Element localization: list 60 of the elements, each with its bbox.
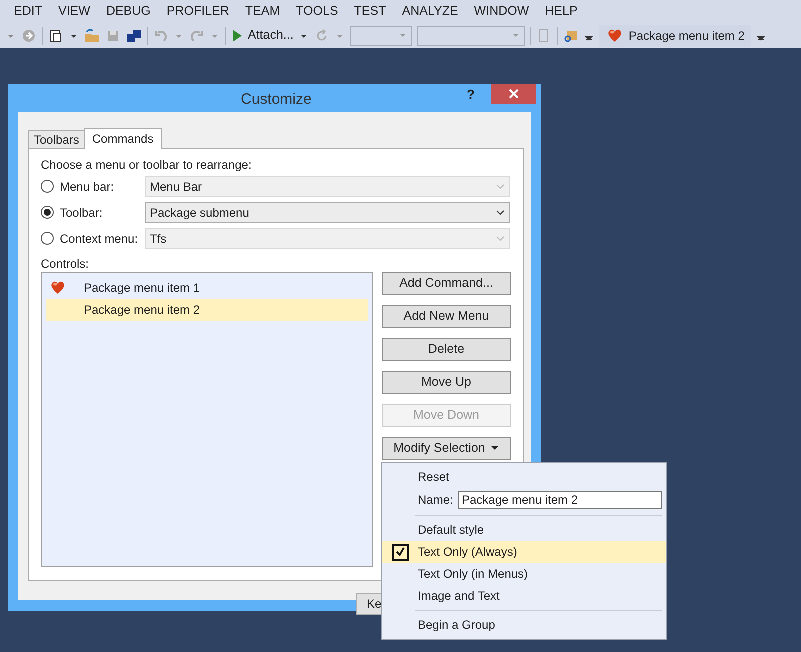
menu-item[interactable]: PROFILER bbox=[158, 2, 238, 21]
menu-item[interactable]: Text Only (Always) bbox=[418, 543, 518, 561]
menu-item[interactable]: TEST bbox=[346, 2, 394, 21]
radio-label: Context menu: bbox=[60, 230, 140, 248]
chevron-down-icon bbox=[496, 184, 505, 190]
chevron-down-icon bbox=[496, 210, 505, 216]
heart-icon bbox=[50, 280, 66, 296]
menu-item[interactable]: Reset bbox=[418, 468, 450, 486]
menu-item[interactable]: Text Only (in Menus) bbox=[418, 565, 528, 583]
name-input-field[interactable]: Package menu item 2 bbox=[458, 491, 662, 509]
save-all-icon[interactable] bbox=[126, 28, 142, 44]
menu-item[interactable]: HELP bbox=[537, 2, 586, 21]
menu-item[interactable]: Image and Text bbox=[418, 587, 500, 605]
controls-label: Controls: bbox=[41, 256, 90, 271]
list-item[interactable]: Package menu item 2 bbox=[46, 299, 368, 321]
caret-icon bbox=[512, 32, 520, 38]
help-button[interactable]: ? bbox=[467, 85, 475, 105]
list-item[interactable]: Package menu item 1 bbox=[46, 277, 368, 299]
command-button[interactable]: Add New Menu bbox=[382, 305, 511, 328]
package-menu-button[interactable]: Package menu item 2 bbox=[598, 24, 751, 46]
menu-item[interactable]: Begin a Group bbox=[418, 616, 496, 634]
open-folder-icon[interactable] bbox=[84, 28, 100, 44]
menu-option-row[interactable]: Text Only (in Menus) bbox=[382, 563, 666, 585]
dropdown-field[interactable] bbox=[416, 26, 525, 46]
command-button[interactable]: Add Command... bbox=[382, 272, 511, 295]
prompt-text: Choose a menu or toolbar to rearrange: bbox=[41, 157, 253, 174]
modify-selection-button[interactable]: Modify Selection bbox=[382, 437, 511, 460]
menu-item[interactable]: Default style bbox=[418, 521, 484, 539]
play-icon bbox=[231, 28, 243, 42]
tab[interactable]: Commands bbox=[84, 128, 162, 149]
close-icon bbox=[508, 89, 518, 99]
dropdown-field[interactable] bbox=[350, 26, 412, 46]
tab[interactable]: Toolbars bbox=[28, 130, 84, 148]
heart-icon bbox=[606, 28, 623, 44]
menu-option-row[interactable]: Text Only (Always) bbox=[382, 541, 666, 563]
caret-icon bbox=[491, 446, 500, 451]
chevron-down-icon bbox=[496, 236, 505, 242]
command-button[interactable]: Delete bbox=[382, 338, 511, 361]
menu-item[interactable]: TOOLS bbox=[288, 2, 346, 21]
command-button[interactable]: Move Up bbox=[382, 371, 511, 394]
forward-icon[interactable] bbox=[21, 28, 37, 44]
radio-label: Toolbar: bbox=[60, 204, 104, 222]
menu-item[interactable]: VIEW bbox=[50, 2, 98, 21]
radio-label: Menu bar: bbox=[60, 178, 116, 196]
name-label: Name: bbox=[418, 492, 454, 509]
menu-item[interactable]: ANALYZE bbox=[394, 2, 466, 21]
caret-icon bbox=[398, 32, 407, 38]
menu-item[interactable]: TEAM bbox=[237, 2, 288, 21]
new-project-icon[interactable] bbox=[48, 28, 64, 44]
close-button[interactable] bbox=[491, 84, 536, 104]
menu-option-row[interactable]: Image and Text bbox=[382, 585, 666, 607]
menu-item[interactable]: WINDOW bbox=[466, 2, 538, 21]
dropdown-field[interactable]: Package submenu bbox=[145, 202, 510, 223]
menu-item[interactable]: DEBUG bbox=[98, 2, 159, 21]
checkmark-icon bbox=[392, 544, 408, 560]
menu-item[interactable]: EDIT bbox=[6, 2, 50, 21]
attach-button[interactable]: Attach... bbox=[231, 26, 294, 45]
radio-button[interactable] bbox=[41, 206, 54, 219]
dialog-title: Customize bbox=[241, 90, 312, 110]
menu-option-row[interactable]: Default style bbox=[382, 519, 666, 541]
